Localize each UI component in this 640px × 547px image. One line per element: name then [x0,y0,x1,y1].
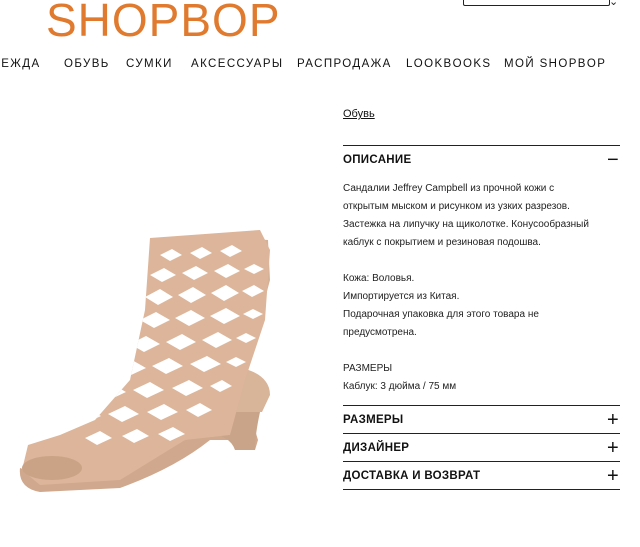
divider [343,489,620,490]
nav-item-shoes[interactable]: ОБУВЬ [64,58,110,70]
sizes-caption: РАЗМЕРЫ [343,363,393,374]
nav-item-sale[interactable]: РАСПРОДАЖА [297,58,392,70]
divider [343,461,620,462]
divider [343,145,620,146]
accordion-label: ДОСТАВКА И ВОЗВРАТ [343,470,481,482]
plus-icon[interactable]: + [606,410,620,430]
gift-text: предусмотрена. [343,327,417,338]
nav-item-accessories[interactable]: АКСЕССУАРЫ [191,58,284,70]
nav-item-clothing[interactable]: ДЕЖДА [0,58,41,70]
gift-text: Подарочная упаковка для этого товара не [343,309,539,320]
divider [343,405,620,406]
minus-icon[interactable]: − [606,150,620,170]
product-image[interactable] [0,150,330,530]
nav-item-my-shopbop[interactable]: МОЙ SHOPBOP [504,58,606,70]
divider [343,433,620,434]
shopbop-logo[interactable]: SHOPBOP [46,0,281,46]
plus-icon[interactable]: + [606,466,620,486]
accordion-sizes[interactable]: РАЗМЕРЫ + [343,410,620,430]
accordion-label: ДИЗАЙНЕР [343,442,410,454]
heel-height: Каблук: 3 дюйма / 75 мм [343,381,457,392]
description-header[interactable]: ОПИСАНИЕ − [343,150,620,170]
search-dropdown-icon[interactable]: ⌄ [609,0,618,8]
main-nav: ДЕЖДА ОБУВЬ СУМКИ АКСЕССУАРЫ РАСПРОДАЖА … [0,58,640,74]
breadcrumb-shoes[interactable]: Обувь [343,108,375,120]
description-line: Сандалии Jeffrey Campbell из прочной кож… [343,183,555,194]
accordion-label: РАЗМЕРЫ [343,414,404,426]
nav-item-lookbooks[interactable]: LOOKBOOKS [406,58,491,70]
search-input[interactable] [463,0,610,6]
accordion-shipping[interactable]: ДОСТАВКА И ВОЗВРАТ + [343,466,620,486]
origin-text: Импортируется из Китая. [343,291,460,302]
description-line: Застежка на липучку на щиколотке. Конусо… [343,219,589,230]
material-text: Кожа: Воловья. [343,273,415,284]
product-description: Сандалии Jeffrey Campbell из прочной кож… [343,180,628,396]
description-title: ОПИСАНИЕ [343,154,412,166]
description-line: открытым мыском и рисунком из узких разр… [343,201,570,212]
accordion-designer[interactable]: ДИЗАЙНЕР + [343,438,620,458]
description-line: каблук с покрытием и резиновая подошва. [343,237,541,248]
plus-icon[interactable]: + [606,438,620,458]
nav-item-bags[interactable]: СУМКИ [126,58,173,70]
